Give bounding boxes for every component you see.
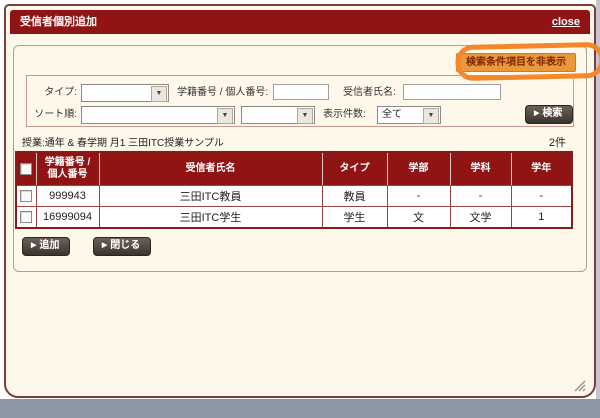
recipient-name-input[interactable] [403,84,501,100]
cell-id: 999943 [36,186,99,207]
col-header-faculty: 学部 [387,152,450,186]
display-count-select[interactable]: 全て ▼ [377,106,441,124]
cell-dept: 文学 [450,207,511,229]
sort-order-label: ソート順: [29,106,77,123]
class-info-text: 授業:通年 & 春学期 月1 三田ITC授業サンプル [22,134,578,149]
search-button-label: 検索 [542,108,562,119]
page-background-right [596,0,600,400]
type-select[interactable]: ▼ [81,84,169,102]
dialog-titlebar: 受信者個別追加 close [10,10,590,34]
cell-year: 1 [511,207,572,229]
cell-faculty: 文 [387,207,450,229]
table-row: 999943 三田ITC教員 教員 - - - [16,186,572,207]
display-count-select-value: 全て [382,107,402,123]
cell-type: 教員 [322,186,387,207]
page-background-bottom [0,399,600,418]
arrow-right-icon: ▶ [31,242,36,249]
result-count-text: 2件 [549,134,566,150]
type-label: タイプ: [29,84,77,101]
col-header-name: 受信者氏名 [99,152,322,186]
close-link[interactable]: close [552,10,580,34]
sort-order-select[interactable]: ▼ [81,106,235,124]
arrow-right-icon: ▶ [102,242,107,249]
chevron-down-icon[interactable]: ▼ [217,108,233,124]
recipient-name-label: 受信者氏名: [343,84,396,101]
hide-search-conditions-button[interactable]: 検索条件項目を非表示 [456,53,576,72]
chevron-down-icon[interactable]: ▼ [297,108,313,124]
cell-year: - [511,186,572,207]
search-button[interactable]: ▶検索 [525,105,573,124]
col-header-id: 学籍番号 / 個人番号 [36,152,99,186]
col-header-dept: 学科 [450,152,511,186]
cell-type: 学生 [322,207,387,229]
cell-dept: - [450,186,511,207]
recipient-table: 学籍番号 / 個人番号 受信者氏名 タイプ 学部 学科 学年 999943 三田… [15,151,573,229]
display-count-label: 表示件数: [323,106,366,123]
add-button[interactable]: ▶追加 [22,237,70,256]
chevron-down-icon[interactable]: ▼ [151,86,167,102]
row-checkbox[interactable] [20,190,32,202]
id-number-input[interactable] [273,84,329,100]
col-header-type: タイプ [322,152,387,186]
footer-buttons: ▶追加 ▶閉じる [22,235,169,256]
dialog-title: 受信者個別追加 [20,10,97,34]
chevron-down-icon[interactable]: ▼ [423,108,439,124]
id-number-label: 学籍番号 / 個人番号: [177,84,268,101]
col-header-id-line2: 個人番号 [37,169,99,181]
search-conditions-panel: タイプ: ▼ 学籍番号 / 個人番号: 受信者氏名: ソート順: ▼ ▼ 表示件… [26,75,574,127]
add-recipient-dialog: 受信者個別追加 close 検索条件項目を非表示 タイプ: ▼ 学籍番号 / 個… [4,4,596,398]
close-button[interactable]: ▶閉じる [93,237,151,256]
cell-faculty: - [387,186,450,207]
cell-id: 16999094 [36,207,99,229]
sort-direction-select[interactable]: ▼ [241,106,315,124]
table-header-row: 学籍番号 / 個人番号 受信者氏名 タイプ 学部 学科 学年 [16,152,572,186]
row-checkbox[interactable] [20,211,32,223]
table-row: 16999094 三田ITC学生 学生 文 文学 1 [16,207,572,229]
close-button-label: 閉じる [110,240,140,251]
cell-name: 三田ITC学生 [99,207,322,229]
col-header-id-line1: 学籍番号 / [37,157,99,169]
col-header-year: 学年 [511,152,572,186]
resize-grip-icon[interactable] [573,379,586,392]
cell-name: 三田ITC教員 [99,186,322,207]
dialog-content-box: 検索条件項目を非表示 タイプ: ▼ 学籍番号 / 個人番号: 受信者氏名: ソー… [13,45,587,272]
arrow-right-icon: ▶ [534,110,539,117]
select-all-checkbox[interactable] [20,163,32,175]
add-button-label: 追加 [39,240,59,251]
